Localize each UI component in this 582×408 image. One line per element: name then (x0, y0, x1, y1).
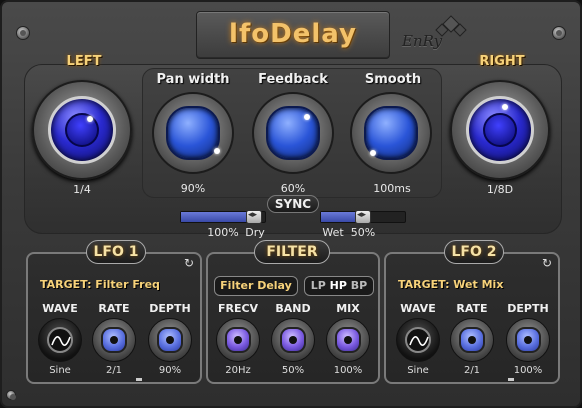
lfo2-target[interactable]: TARGET: Wet Mix (398, 278, 503, 291)
screw-bottom-left (6, 390, 16, 400)
lfo2-reset-icon[interactable]: ↻ (540, 256, 554, 270)
left-delay-knob[interactable] (32, 80, 132, 180)
filter-type-bp[interactable]: BP (351, 279, 367, 292)
filter-type-selector[interactable]: LP HP BP (304, 276, 374, 296)
lfo1-rate-knob[interactable] (92, 318, 136, 362)
pan-width-label: Pan width (156, 72, 230, 87)
plugin-window: lfoDelay EnRy LEFT 1/4 RIGHT 1/8D Pan wi… (0, 0, 582, 408)
lfo2-wave-label: WAVE (400, 302, 436, 315)
filter-delay-button[interactable]: Filter Delay (214, 276, 298, 296)
filter-band-label: BAND (275, 302, 311, 315)
smooth-label: Smooth (364, 72, 422, 87)
feedback-label: Feedback (258, 72, 328, 87)
sine-wave-icon (51, 336, 71, 346)
lfo1-wave-value: Sine (49, 365, 71, 376)
lfo2-rate-label: RATE (456, 302, 488, 315)
dry-slider[interactable] (180, 210, 266, 224)
dry-slider-thumb[interactable] (246, 210, 262, 224)
smooth-value: 100ms (373, 182, 411, 195)
lfo2-section: LFO 2 ↻ TARGET: Wet Mix WAVE Sine RATE 2… (384, 240, 560, 384)
sine-wave-icon (409, 336, 429, 346)
lfo1-reset-icon[interactable]: ↻ (182, 256, 196, 270)
lfo2-title: LFO 2 (444, 240, 504, 264)
brand-logo: EnRy (402, 32, 443, 50)
filter-frecv-value: 20Hz (225, 365, 251, 376)
lfo1-depth-label: DEPTH (149, 302, 191, 315)
lfo2-depth-knob[interactable] (506, 318, 550, 362)
lfo2-rate-knob[interactable] (450, 318, 494, 362)
lfo2-wave-value: Sine (407, 365, 429, 376)
left-label: LEFT (66, 54, 102, 69)
lfo1-depth-knob[interactable] (148, 318, 192, 362)
filter-section: FILTER Filter Delay LP HP BP FRECV 20Hz … (206, 240, 380, 384)
wet-slider[interactable] (320, 210, 406, 224)
dry-value: 100% (207, 226, 239, 239)
filter-band-knob[interactable] (271, 318, 315, 362)
left-value: 1/4 (73, 183, 91, 196)
right-delay-knob[interactable] (450, 80, 550, 180)
lfo1-section: LFO 1 ↻ TARGET: Filter Freq WAVE Sine RA… (26, 240, 202, 384)
sync-button[interactable]: SYNC (267, 195, 319, 213)
feedback-knob[interactable] (252, 92, 334, 174)
lfo2-depth-value: 100% (513, 365, 543, 376)
right-value: 1/8D (486, 183, 514, 196)
filter-mix-label: MIX (336, 302, 360, 315)
lfo1-wave-knob[interactable] (38, 318, 82, 362)
lfo1-target[interactable]: TARGET: Filter Freq (40, 278, 160, 291)
title-plate: lfoDelay (196, 11, 390, 59)
dry-label: Dry (245, 226, 265, 239)
wet-value: 50% (350, 226, 376, 239)
pan-width-value: 90% (180, 182, 206, 195)
lfo2-wave-knob[interactable] (396, 318, 440, 362)
screw-top-left (16, 26, 30, 40)
filter-type-lp[interactable]: LP (311, 279, 326, 292)
feedback-value: 60% (280, 182, 306, 195)
plugin-title: lfoDelay (229, 19, 357, 49)
wet-slider-thumb[interactable] (355, 210, 371, 224)
lfo2-page-indicator (508, 378, 514, 381)
filter-title: FILTER (254, 240, 330, 264)
lfo1-depth-value: 90% (158, 365, 182, 376)
lfo2-depth-label: DEPTH (507, 302, 549, 315)
smooth-knob[interactable] (350, 92, 432, 174)
lfo1-rate-value: 2/1 (105, 365, 123, 376)
filter-mix-knob[interactable] (326, 318, 370, 362)
lfo1-wave-label: WAVE (42, 302, 78, 315)
filter-frecv-label: FRECV (217, 302, 259, 315)
screw-top-right (552, 26, 566, 40)
wet-label: Wet (322, 226, 344, 239)
filter-band-value: 50% (281, 365, 305, 376)
lfo1-title: LFO 1 (86, 240, 146, 264)
lfo1-rate-label: RATE (98, 302, 130, 315)
dry-slider-fill (181, 212, 254, 222)
right-label: RIGHT (479, 54, 525, 69)
filter-frecv-knob[interactable] (216, 318, 260, 362)
filter-type-hp[interactable]: HP (330, 279, 347, 292)
filter-mix-value: 100% (333, 365, 363, 376)
lfo1-page-indicator (136, 378, 142, 381)
lfo2-rate-value: 2/1 (463, 365, 481, 376)
pan-width-knob[interactable] (152, 92, 234, 174)
